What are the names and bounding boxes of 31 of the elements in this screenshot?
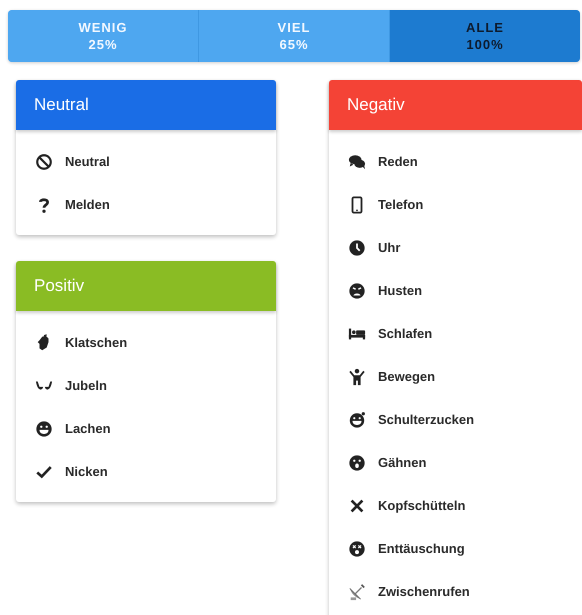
action-label[interactable]: Telefon bbox=[378, 197, 424, 212]
filter-tab[interactable]: ALLE 100% bbox=[389, 10, 580, 62]
child-figure-icon bbox=[348, 368, 366, 386]
action-label[interactable]: Zwischenrufen bbox=[378, 584, 470, 599]
ban-icon bbox=[35, 152, 53, 170]
action-label[interactable]: Schlafen bbox=[378, 326, 432, 341]
action-label[interactable]: Bewegen bbox=[378, 369, 436, 384]
action-label[interactable]: Gähnen bbox=[378, 455, 426, 470]
grinning-face-icon bbox=[35, 420, 53, 438]
action-label[interactable]: Reden bbox=[378, 154, 418, 169]
action-label[interactable]: Lachen bbox=[65, 421, 111, 436]
card-header: Negativ bbox=[329, 80, 582, 130]
action-label[interactable]: Nicken bbox=[65, 464, 108, 479]
action-label[interactable]: Neutral bbox=[65, 154, 110, 169]
action-label[interactable]: Uhr bbox=[378, 240, 400, 255]
card-header: Neutral bbox=[16, 80, 276, 130]
action-label[interactable]: Klatschen bbox=[65, 335, 128, 350]
card-header: Positiv bbox=[16, 261, 276, 311]
speech-bubbles-icon bbox=[348, 152, 366, 170]
action-label[interactable]: Husten bbox=[378, 283, 422, 298]
satellite-dish-icon bbox=[348, 582, 366, 600]
sad-face-icon bbox=[348, 282, 366, 300]
action-label[interactable]: Jubeln bbox=[65, 378, 107, 393]
action-label[interactable]: Kopfschütteln bbox=[378, 498, 466, 513]
dizzy-face-icon bbox=[348, 540, 366, 558]
laughing-face-icon bbox=[348, 410, 366, 428]
clock-icon bbox=[348, 238, 366, 256]
surprised-face-icon bbox=[348, 454, 366, 472]
action-label[interactable]: Enttäuschung bbox=[378, 541, 465, 556]
action-label[interactable]: Melden bbox=[65, 197, 110, 212]
action-label[interactable]: Schulterzucken bbox=[378, 412, 474, 427]
